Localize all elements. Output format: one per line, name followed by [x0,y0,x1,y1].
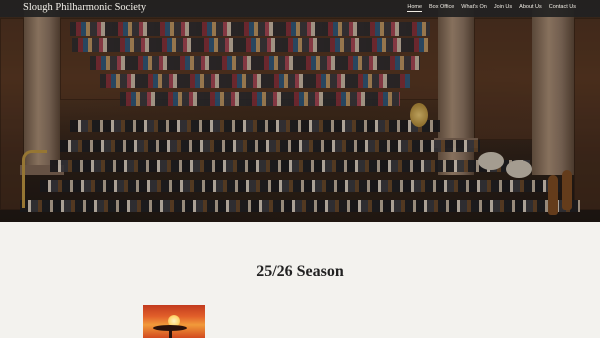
hero-orchestra-photo [0,0,600,222]
tree-trunk [169,329,172,338]
nav-home[interactable]: Home [407,4,423,12]
event-thumbnail[interactable] [143,305,205,338]
site-header: Slough Philharmonic Society Home Box Off… [0,0,600,17]
nav-contact-us[interactable]: Contact Us [549,4,576,12]
nav-about-us[interactable]: About Us [519,4,542,12]
main-nav: Home Box Office What's On Join Us About … [407,4,576,12]
nav-whats-on[interactable]: What's On [461,4,487,12]
nav-join-us[interactable]: Join Us [494,4,512,12]
site-title-link[interactable]: Slough Philharmonic Society [23,2,146,13]
nav-box-office[interactable]: Box Office [429,4,454,12]
season-heading: 25/26 Season [256,263,344,280]
hero-overlay [0,0,600,222]
